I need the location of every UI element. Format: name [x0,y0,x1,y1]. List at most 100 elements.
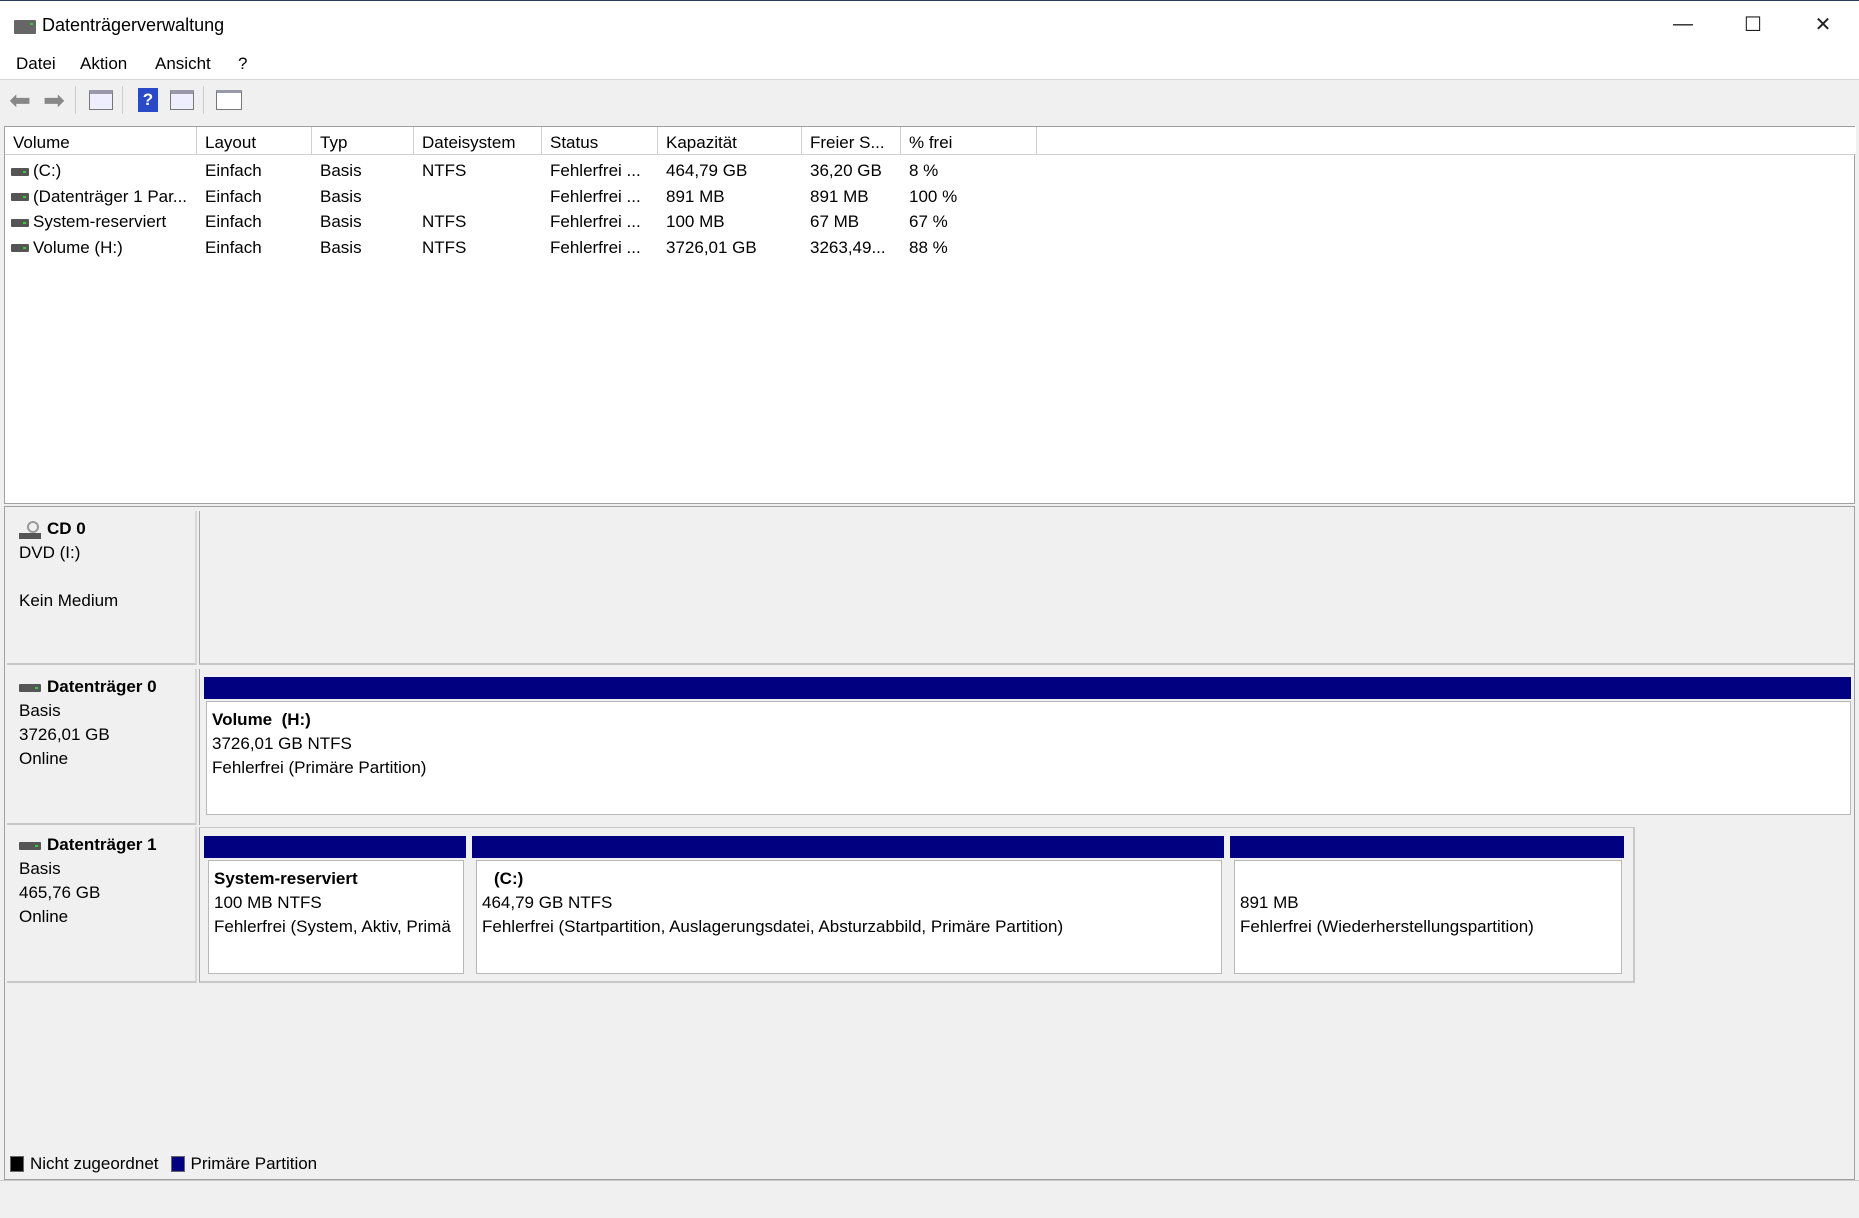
column-header-freier-speicher[interactable]: Freier S... [802,127,901,155]
menu-datei[interactable]: Datei [16,54,56,74]
disk0-area: Volume (H:) 3726,01 GB NTFS Fehlerfrei (… [199,669,1854,825]
disk-type: Basis [19,859,61,878]
legend-label-primary: Primäre Partition [190,1154,318,1173]
volume-icon [11,218,29,227]
cell-text: NTFS [422,237,467,257]
disk-label-disk0[interactable]: Datenträger 0 Basis 3726,01 GB Online [7,669,197,825]
partition-size: 100 MB NTFS [214,893,322,912]
cell-status: Fehlerfrei ... [542,212,658,237]
disk-size: 465,76 GB [19,883,101,902]
partition-name: System-reserviert [214,869,358,888]
cell-typ: Basis [312,238,414,263]
action-pane-icon[interactable] [168,86,196,114]
cell-text: Volume (H:) [33,237,123,257]
cell-prozent-frei: 8 % [901,161,1037,186]
cell-text: (Datenträger 1 Par... [33,186,188,206]
legend-label-unallocated: Nicht zugeordnet [30,1154,159,1173]
cell-text: NTFS [422,161,467,180]
cell-text: Basis [320,186,362,206]
cell-kapazitaet: 464,79 GB [658,161,802,186]
console-tree-icon[interactable] [87,86,115,114]
cell-freier-speicher: 3263,49... [802,238,901,263]
column-header-volume[interactable]: Volume [5,127,197,155]
cell-text: 67 % [909,212,948,231]
disk-type: Basis [19,701,61,720]
column-header-prozent-frei[interactable]: % frei [901,127,1037,155]
cell-status: Fehlerfrei ... [542,161,658,186]
cell-text: 3263,49... [810,237,886,257]
app-icon [14,16,42,36]
cell-text: Fehlerfrei ... [550,161,641,180]
cell-dateisystem: NTFS [414,212,542,237]
cell-prozent-frei: 100 % [901,187,1037,212]
disk-status: Online [19,907,69,926]
legend: Nicht zugeordnet Primäre Partition [10,1154,317,1174]
cell-status: Fehlerfrei ... [542,187,658,212]
help-icon[interactable]: ? [134,86,162,114]
cell-text: Basis [320,237,362,257]
legend-swatch-primary [170,1156,185,1172]
menu-aktion[interactable]: Aktion [80,54,127,74]
column-header-status[interactable]: Status [542,127,658,155]
window-title: Datenträgerverwaltung [42,15,225,35]
disk-map-pane: CD 0 DVD (I:) Kein Medium Datenträger 0 … [4,506,1855,1180]
status-bar [0,1180,1859,1218]
column-header-typ[interactable]: Typ [312,127,414,155]
partition-size: 464,79 GB NTFS [482,893,613,912]
cell-volume: System-reserviert [5,212,197,237]
cell-kapazitaet: 891 MB [658,187,802,212]
disk-label-disk1[interactable]: Datenträger 1 Basis 465,76 GB Online [7,827,197,983]
partition-recovery[interactable]: 891 MB Fehlerfrei (Wiederherstellungspar… [1234,860,1622,974]
cell-text: 88 % [909,237,948,257]
minimize-button[interactable]: — [1648,1,1718,47]
table-row[interactable]: (Datenträger 1 Par... Einfach Basis Fehlerf… [5,185,1854,210]
partition-volume-h[interactable]: Volume (H:) 3726,01 GB NTFS Fehlerfrei (… [206,701,1851,815]
partition-status: Fehlerfrei (Primäre Partition) [212,758,427,777]
disk-icon [19,841,41,850]
cell-typ: Basis [312,187,414,212]
menu-bar: Datei Aktion Ansicht ? [0,46,1859,80]
maximize-button[interactable]: ☐ [1718,1,1788,47]
disk-name: Datenträger 0 [47,677,157,696]
menu-ansicht[interactable]: Ansicht [155,54,211,74]
cell-kapazitaet: 100 MB [658,212,802,237]
menu-help[interactable]: ? [238,54,247,74]
cell-typ: Basis [312,161,414,186]
cell-layout: Einfach [197,238,312,263]
cell-text: Basis [320,161,362,180]
toolbar-separator [122,86,123,114]
cell-text: Fehlerfrei ... [550,237,641,257]
cell-layout: Einfach [197,212,312,237]
column-header-dateisystem[interactable]: Dateisystem [414,127,542,155]
column-header-kapazitaet[interactable]: Kapazität [658,127,802,155]
cell-typ: Basis [312,212,414,237]
forward-icon[interactable]: ➡ [40,85,68,115]
cell-text: 100 % [909,186,958,206]
partition-system-reserviert[interactable]: System-reserviert 100 MB NTFS Fehlerfrei… [208,860,464,974]
disk1-area: System-reserviert 100 MB NTFS Fehlerfrei… [199,827,1635,983]
partition-bar [204,836,466,858]
properties-icon[interactable] [215,86,243,114]
toolbar-separator [75,86,76,114]
toolbar-separator [203,86,204,114]
table-row[interactable]: System-reserviert Einfach Basis NTFS Fehlerf… [5,210,1854,235]
disk-type: DVD (I:) [19,543,81,562]
column-header-layout[interactable]: Layout [197,127,312,155]
partition-status: Fehlerfrei (System, Aktiv, Primä [214,917,451,936]
cell-volume: Volume (H:) [5,238,197,263]
partition-status: Fehlerfrei (Startpartition, Auslagerungs… [482,917,1064,936]
partition-c[interactable]: (C:) 464,79 GB NTFS Fehlerfrei (Startpar… [476,860,1222,974]
back-icon[interactable]: ⬅ [6,85,34,115]
table-row[interactable]: Volume (H:) Einfach Basis NTFS Fehlerfrei ..… [5,236,1854,261]
cell-text: Basis [320,212,362,231]
volume-list: Volume Layout Typ Dateisystem Status Kap… [4,126,1856,504]
cell-text: 3726,01 GB [666,237,757,257]
disk-label-cd0[interactable]: CD 0 DVD (I:) Kein Medium [7,511,197,665]
cell-freier-speicher: 36,20 GB [802,161,901,186]
disk-size: 3726,01 GB [19,725,110,744]
legend-swatch-unallocated [10,1156,24,1172]
partition-size: 3726,01 GB NTFS [212,734,352,753]
cell-volume: (C:) [5,161,197,186]
table-row[interactable]: (C:) Einfach Basis NTFS Fehlerfrei ... 464,79… [5,159,1854,184]
close-button[interactable]: ✕ [1788,1,1858,47]
